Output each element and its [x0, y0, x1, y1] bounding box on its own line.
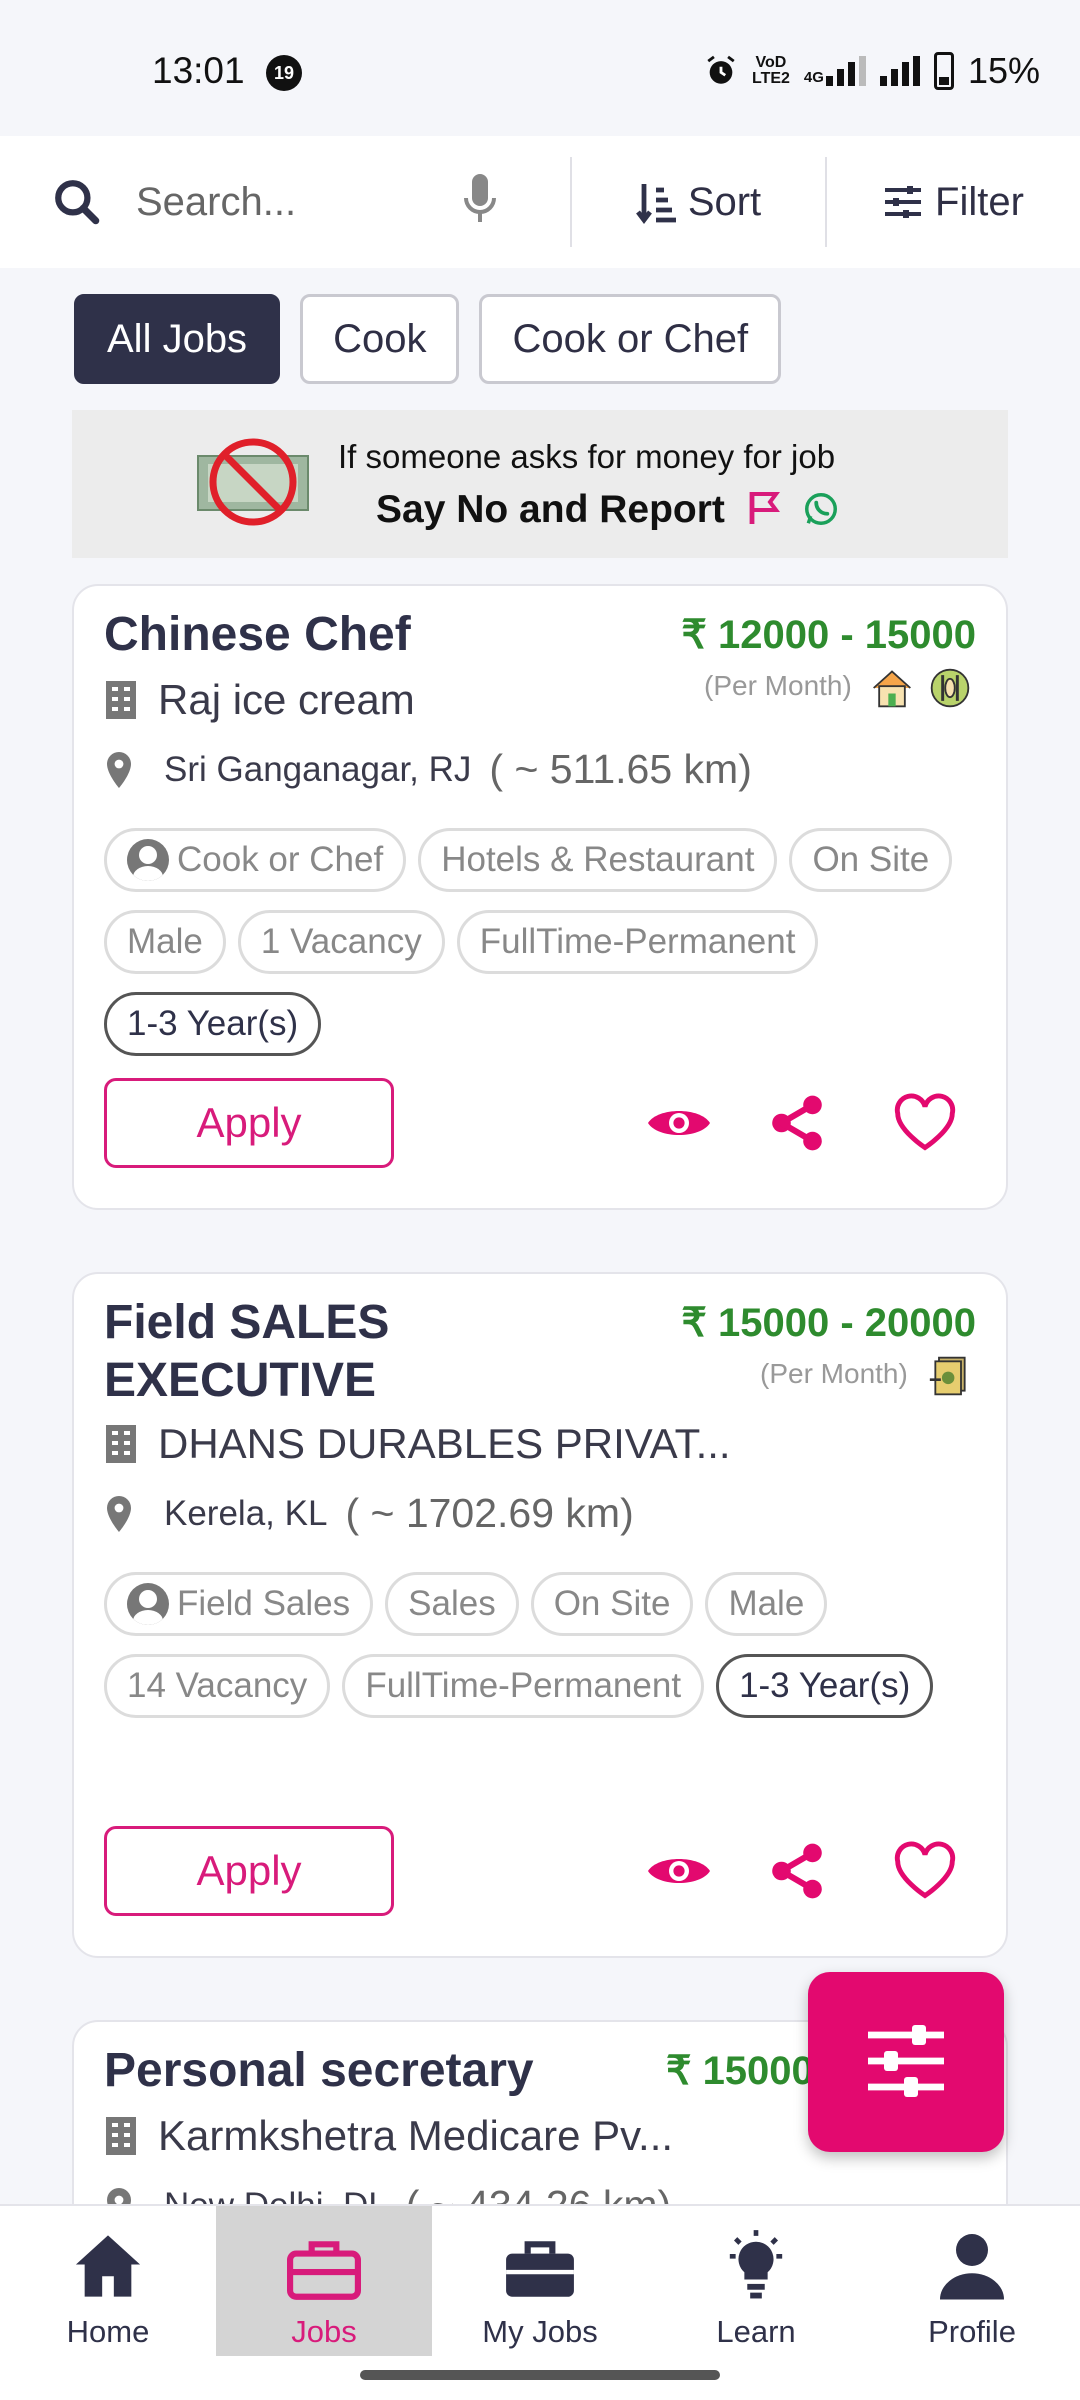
tag-job-type: FullTime-Permanent — [456, 910, 819, 974]
building-icon — [106, 2117, 136, 2155]
favorite-heart-icon[interactable] — [890, 1088, 960, 1158]
salary-range: ₹ 15000 — [666, 2049, 814, 2093]
floating-filter-button[interactable] — [808, 1972, 1004, 2152]
tag-role: Field Sales — [104, 1572, 374, 1636]
search-box[interactable] — [0, 136, 570, 268]
tag-work-mode: On Site — [530, 1572, 694, 1636]
nav-profile[interactable]: Profile — [864, 2206, 1080, 2356]
money-icon — [929, 1356, 966, 1396]
search-toolbar: Sort Filter — [0, 136, 1080, 268]
network-label: VoD LTE2 — [751, 54, 790, 87]
signal-icon — [879, 56, 920, 86]
tag-industry: Hotels & Restaurant — [418, 828, 778, 892]
tag-vacancy: 14 Vacancy — [104, 1654, 331, 1718]
filter-icon — [885, 186, 922, 218]
alarm-icon — [707, 55, 735, 84]
home-indicator[interactable] — [360, 2370, 720, 2380]
company-name: DHANS DURABLES PRIVAT... — [104, 1420, 731, 1468]
job-card[interactable]: Chinese Chef ₹ 12000 - 15000 (Per Month)… — [72, 584, 1008, 1210]
status-icons: VoD LTE2 4G 15% — [704, 50, 1040, 92]
job-location: Kerela, KL ( ~ 1702.69 km) — [104, 1490, 634, 1537]
nav-jobs[interactable]: Jobs — [216, 2206, 432, 2356]
salary-range: ₹ 15000 - 20000 — [681, 1301, 976, 1345]
chip-all-jobs[interactable]: All Jobs — [74, 294, 281, 384]
view-icon[interactable] — [644, 1088, 714, 1158]
company-name: Raj ice cream — [104, 676, 415, 724]
tag-experience: 1-3 Year(s) — [104, 992, 322, 1056]
job-title: Chinese Chef — [104, 608, 411, 661]
fraud-warning-banner: If someone asks for money for job Say No… — [72, 410, 1008, 558]
nav-home[interactable]: Home — [0, 2206, 216, 2356]
chip-cook[interactable]: Cook — [300, 294, 460, 384]
bulb-icon — [729, 2230, 783, 2299]
job-location: Sri Ganganagar, RJ ( ~ 511.65 km) — [104, 746, 752, 793]
food-icon — [930, 668, 970, 708]
job-tags: Cook or Chef Hotels & Restaurant On Site… — [104, 828, 984, 1056]
sort-button[interactable]: Sort — [572, 136, 825, 268]
location-pin-icon — [107, 751, 131, 788]
salary-period: (Per Month) — [704, 670, 852, 701]
house-icon — [873, 670, 911, 708]
view-icon[interactable] — [644, 1836, 714, 1906]
briefcase-icon — [287, 2241, 361, 2300]
tag-vacancy: 1 Vacancy — [237, 910, 445, 974]
job-title: Field SALES EXECUTIVE — [104, 1296, 390, 1407]
report-flag-icon[interactable] — [748, 490, 782, 526]
signal-4g-icon: 4G — [804, 56, 866, 86]
share-icon[interactable] — [762, 1088, 832, 1158]
tag-job-type: FullTime-Permanent — [342, 1654, 705, 1718]
distance: ( ~ 511.65 km) — [489, 746, 752, 792]
sliders-icon — [868, 2025, 944, 2097]
sort-icon — [635, 184, 676, 224]
whatsapp-icon[interactable] — [802, 490, 840, 528]
filter-button[interactable]: Filter — [827, 136, 1080, 268]
tag-role: Cook or Chef — [104, 828, 407, 892]
search-icon — [55, 180, 100, 225]
warning-line-2: Say No and Report — [376, 488, 725, 531]
share-icon[interactable] — [762, 1836, 832, 1906]
company-name: Karmkshetra Medicare Pv... — [104, 2112, 673, 2160]
notification-badge: 19 — [266, 55, 302, 91]
nav-learn[interactable]: Learn — [648, 2206, 864, 2356]
tag-experience: 1-3 Year(s) — [716, 1654, 934, 1718]
battery-level: 15% — [967, 50, 1040, 91]
nav-my-jobs[interactable]: My Jobs — [432, 2206, 648, 2356]
salary-range: ₹ 12000 - 15000 — [681, 613, 976, 657]
favorite-heart-icon[interactable] — [890, 1836, 960, 1906]
person-icon — [940, 2234, 1004, 2300]
avatar-icon — [127, 839, 169, 881]
no-money-icon — [197, 438, 309, 526]
my-jobs-icon — [506, 2241, 574, 2297]
job-tags: Field Sales Sales On Site Male 14 Vacanc… — [104, 1572, 984, 1718]
home-icon — [75, 2235, 141, 2297]
battery-icon — [933, 52, 954, 90]
microphone-icon[interactable] — [460, 172, 500, 228]
tag-gender: Male — [705, 1572, 828, 1636]
building-icon — [106, 681, 136, 719]
category-chips: All Jobs Cook Cook or Chef — [74, 294, 782, 384]
building-icon — [106, 1425, 136, 1463]
warning-line-1: If someone asks for money for job — [338, 438, 836, 475]
salary-period: (Per Month) — [760, 1358, 908, 1389]
status-bar: 13:01 19 VoD LTE2 4G 15% — [0, 0, 1080, 136]
apply-button[interactable]: Apply — [104, 1826, 394, 1916]
search-input[interactable] — [136, 179, 436, 225]
filter-label: Filter — [935, 179, 1024, 224]
apply-button[interactable]: Apply — [104, 1078, 394, 1168]
avatar-icon — [127, 1583, 169, 1625]
status-time: 13:01 — [152, 50, 245, 91]
tag-gender: Male — [104, 910, 226, 974]
distance: ( ~ 1702.69 km) — [345, 1490, 634, 1536]
tag-industry: Sales — [385, 1572, 519, 1636]
chip-cook-or-chef[interactable]: Cook or Chef — [479, 294, 782, 384]
tag-work-mode: On Site — [789, 828, 953, 892]
job-title: Personal secretary — [104, 2044, 534, 2097]
location-pin-icon — [107, 1495, 131, 1532]
job-card[interactable]: Field SALES EXECUTIVE ₹ 15000 - 20000 (P… — [72, 1272, 1008, 1958]
sort-label: Sort — [687, 179, 762, 224]
